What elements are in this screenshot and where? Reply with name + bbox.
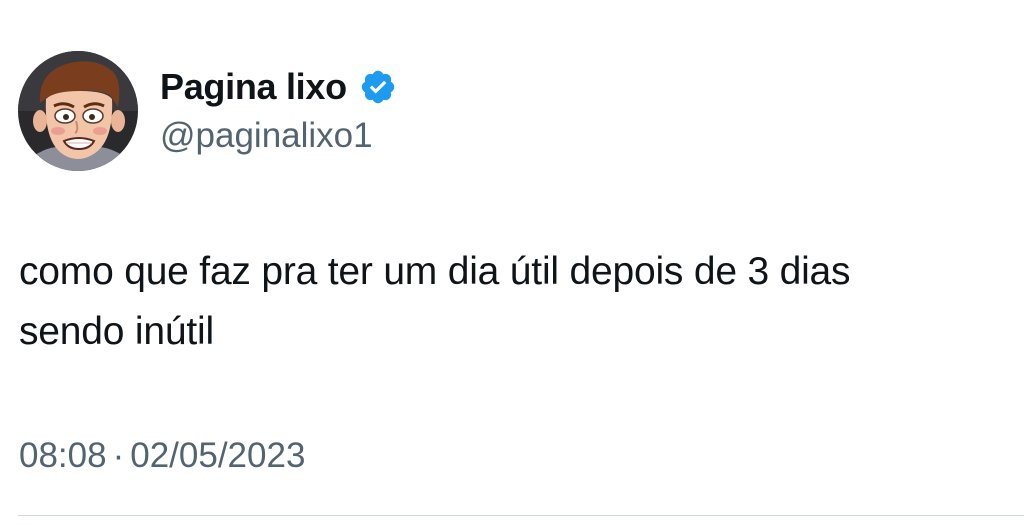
- cartoon-face-avatar-icon: [18, 51, 138, 171]
- tweet-text: como que faz pra ter um dia útil depois …: [19, 242, 1019, 362]
- verified-badge-icon[interactable]: [359, 68, 397, 106]
- divider: [18, 515, 1024, 516]
- display-name[interactable]: Pagina lixo: [160, 66, 347, 108]
- tweet-card: Pagina lixo @paginalixo1 como que faz pr…: [0, 0, 1024, 525]
- author-info: Pagina lixo @paginalixo1: [160, 62, 397, 156]
- avatar[interactable]: [18, 51, 138, 171]
- tweet-time: 08:08: [19, 436, 107, 475]
- name-row: Pagina lixo: [160, 62, 397, 112]
- meta-separator: ·: [112, 436, 125, 475]
- user-handle[interactable]: @paginalixo1: [160, 116, 397, 156]
- tweet-text-line: sendo inútil: [19, 310, 214, 353]
- tweet-text-line: como que faz pra ter um dia útil depois …: [19, 250, 851, 293]
- tweet-date: 02/05/2023: [130, 436, 306, 475]
- tweet-timestamp[interactable]: 08:08 · 02/05/2023: [19, 436, 305, 476]
